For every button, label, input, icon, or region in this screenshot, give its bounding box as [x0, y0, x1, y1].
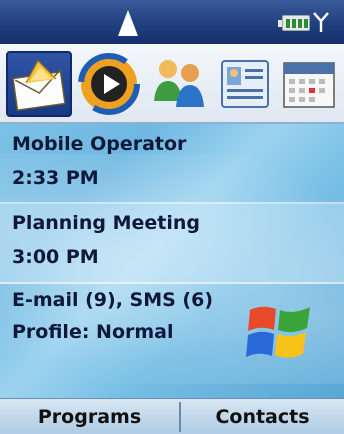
- messages-summary: E-mail (9), SMS (6): [12, 289, 214, 311]
- operator-row[interactable]: Mobile Operator 2:33 PM: [0, 124, 344, 204]
- battery-icon: [278, 15, 310, 31]
- softkey-bar: Programs Contacts: [0, 398, 344, 434]
- appointment-row[interactable]: Planning Meeting 3:00 PM: [0, 204, 344, 284]
- phone-screen: Mobile Operator 2:33 PM Planning Meeting…: [0, 0, 344, 434]
- calendar-icon: [283, 62, 335, 108]
- today-screen: Mobile Operator 2:33 PM Planning Meeting…: [0, 124, 344, 398]
- people-icon: [154, 60, 204, 107]
- app-icon-strip: [0, 44, 344, 124]
- appointment-title: Planning Meeting: [12, 212, 200, 234]
- contact-card-icon: [221, 60, 269, 108]
- contact-card-app-button[interactable]: [212, 51, 278, 117]
- envelope-icon: [12, 60, 66, 112]
- appointment-time: 3:00 PM: [12, 246, 99, 268]
- media-player-icon: [78, 53, 140, 115]
- status-bar: [0, 0, 344, 44]
- current-time: 2:33 PM: [12, 167, 99, 189]
- calendar-app-button[interactable]: [276, 51, 342, 117]
- contacts-softkey[interactable]: Contacts: [181, 399, 344, 434]
- media-player-app-button[interactable]: [76, 51, 142, 117]
- antenna-icon: [313, 12, 329, 32]
- signal-triangle-icon: [118, 10, 138, 36]
- contacts-app-button[interactable]: [146, 51, 212, 117]
- profile-status: Profile: Normal: [12, 321, 174, 343]
- windows-logo-icon: [246, 306, 310, 358]
- messaging-app-button[interactable]: [6, 51, 72, 117]
- operator-name: Mobile Operator: [12, 133, 187, 155]
- programs-softkey[interactable]: Programs: [0, 399, 179, 434]
